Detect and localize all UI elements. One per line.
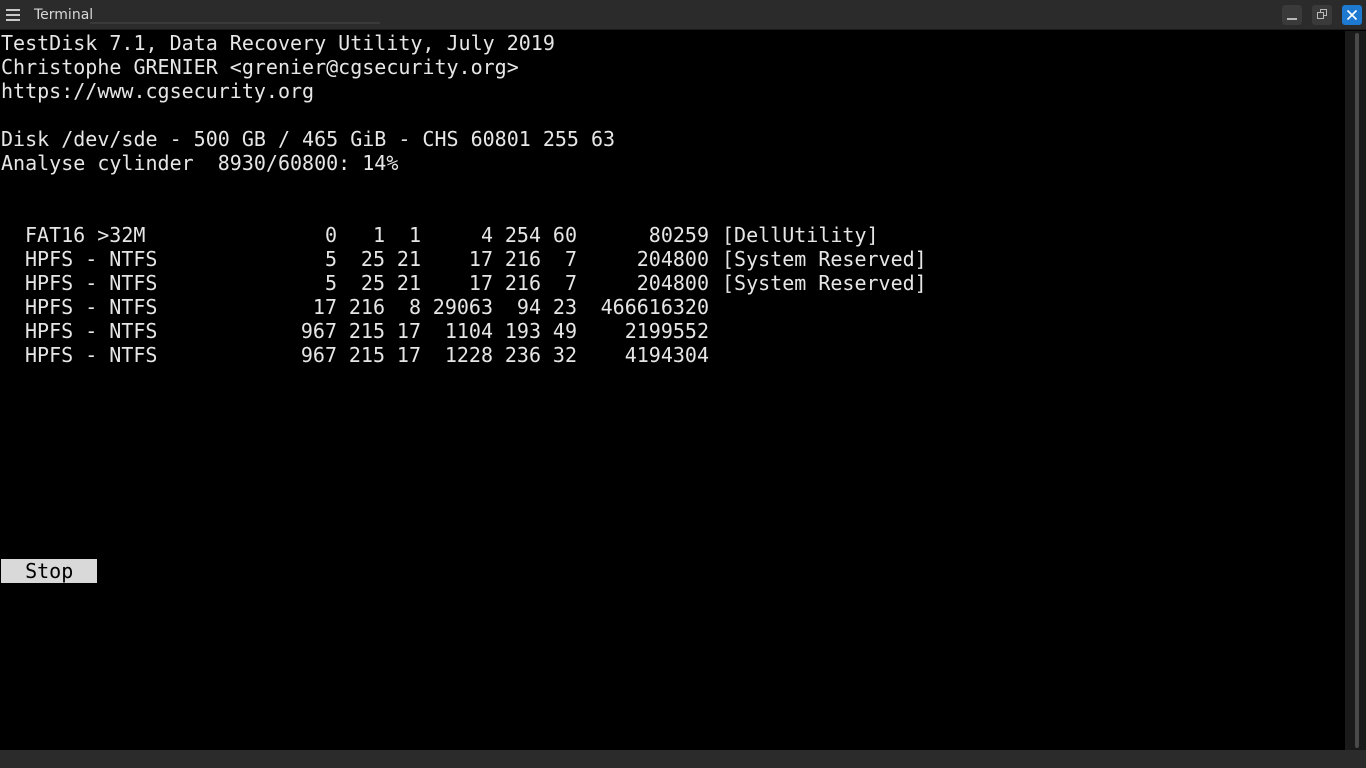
scrollbar-thumb[interactable] bbox=[1355, 33, 1359, 748]
website-line: https://www.cgsecurity.org bbox=[1, 79, 315, 103]
vertical-scrollbar[interactable] bbox=[1345, 31, 1366, 750]
partition-row[interactable]: FAT16 >32M 0 1 1 4 254 60 80259 [DellUtility] bbox=[0, 223, 1345, 247]
terminal-output[interactable]: TestDisk 7.1, Data Recovery Utility, Jul… bbox=[0, 31, 1345, 750]
partition-size: 4194304 bbox=[624, 343, 709, 367]
minimize-button[interactable] bbox=[1282, 5, 1302, 25]
partition-row[interactable]: HPFS - NTFS 5 25 21 17 216 7 204800 [System Rese… bbox=[0, 247, 1345, 271]
analyse-progress-line: Analyse cylinder 8930/60800: 14% bbox=[1, 151, 399, 175]
partition-row[interactable]: HPFS - NTFS 967 215 17 1228 236 32 4194304 bbox=[0, 343, 1345, 367]
partition-type: FAT16 >32M bbox=[25, 223, 146, 247]
partition-size: 80259 bbox=[648, 223, 709, 247]
window-title: Terminal bbox=[34, 7, 94, 23]
title-divider bbox=[90, 22, 380, 24]
partition-size: 204800 bbox=[636, 271, 709, 295]
partition-size: 204800 bbox=[636, 247, 709, 271]
author-line: Christophe GRENIER <grenier@cgsecurity.o… bbox=[1, 55, 519, 79]
partition-label: [System Reserved] bbox=[722, 247, 927, 271]
title-bar[interactable]: Terminal bbox=[0, 0, 1366, 30]
close-button[interactable] bbox=[1342, 5, 1362, 25]
restore-button[interactable] bbox=[1312, 5, 1332, 25]
stop-button[interactable]: Stop bbox=[1, 559, 97, 583]
terminal-window: Terminal TestDisk 7.1, Data Recovery Uti… bbox=[0, 0, 1366, 768]
partition-row[interactable]: HPFS - NTFS 5 25 21 17 216 7 204800 [System Rese… bbox=[0, 271, 1345, 295]
disk-info-line: Disk /dev/sde - 500 GB / 465 GiB - CHS 6… bbox=[1, 127, 616, 151]
partition-label: [System Reserved] bbox=[722, 271, 927, 295]
partition-row[interactable]: HPFS - NTFS 967 215 17 1104 193 49 2199552 bbox=[0, 319, 1345, 343]
window-bottom-border bbox=[0, 750, 1366, 768]
partition-size: 2199552 bbox=[624, 319, 709, 343]
partition-size: 466616320 bbox=[600, 295, 709, 319]
partition-label: [DellUtility] bbox=[722, 223, 879, 247]
app-header-line: TestDisk 7.1, Data Recovery Utility, Jul… bbox=[1, 31, 555, 55]
partition-row[interactable]: HPFS - NTFS 17 216 8 29063 94 23 466616320 bbox=[0, 295, 1345, 319]
close-icon bbox=[1346, 9, 1358, 21]
hamburger-menu-icon[interactable] bbox=[6, 9, 20, 21]
